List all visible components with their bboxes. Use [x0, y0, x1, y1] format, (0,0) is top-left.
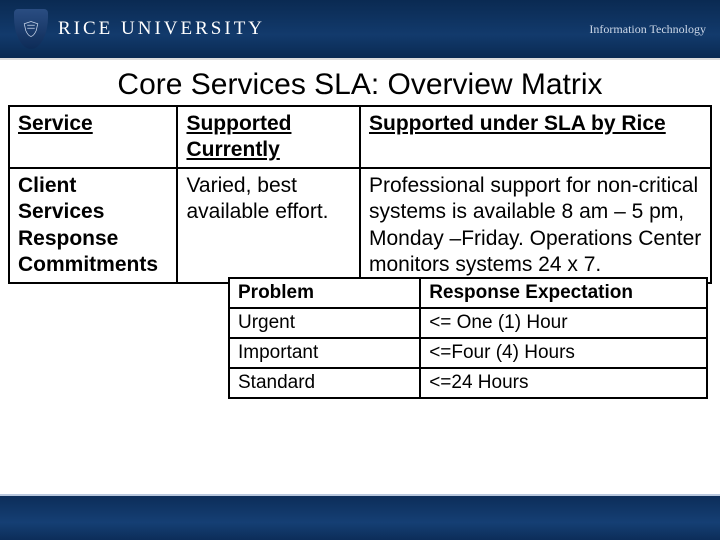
page-title: Core Services SLA: Overview Matrix [0, 60, 720, 105]
nested-problem: Urgent [229, 308, 420, 338]
shield-icon [14, 9, 48, 49]
nested-header-response: Response Expectation [420, 278, 707, 308]
nested-row: Important <=Four (4) Hours [229, 338, 707, 368]
header-supported-sla: Supported under SLA by Rice [360, 106, 711, 169]
nested-problem: Standard [229, 368, 420, 398]
nested-table-wrap: Problem Response Expectation Urgent <= O… [228, 277, 708, 399]
nested-row: Urgent <= One (1) Hour [229, 308, 707, 338]
brand-text: RICE UNIVERSITY [58, 18, 265, 40]
header-bar: RICE UNIVERSITY Information Technology [0, 0, 720, 60]
nested-response: <=Four (4) Hours [420, 338, 707, 368]
nested-response: <=24 Hours [420, 368, 707, 398]
it-text: Information Technology [589, 22, 706, 37]
nested-row: Standard <=24 Hours [229, 368, 707, 398]
slide: RICE UNIVERSITY Information Technology C… [0, 0, 720, 540]
nested-header-row: Problem Response Expectation [229, 278, 707, 308]
table-row: Client Services Response Commitments Var… [9, 168, 711, 283]
header-service: Service [9, 106, 177, 169]
cell-supported-currently: Varied, best available effort. [186, 173, 351, 226]
table-header-row: Service Supported Currently Supported un… [9, 106, 711, 169]
nested-table: Problem Response Expectation Urgent <= O… [228, 277, 708, 399]
brand: RICE UNIVERSITY [14, 9, 265, 49]
matrix-table: Service Supported Currently Supported un… [8, 105, 712, 285]
nested-header-problem: Problem [229, 278, 420, 308]
cell-supported-sla: Professional support for non-critical sy… [369, 173, 702, 278]
footer-bar [0, 494, 720, 540]
nested-problem: Important [229, 338, 420, 368]
cell-service: Client Services Response Commitments [18, 173, 168, 278]
header-supported-currently: Supported Currently [177, 106, 360, 169]
nested-response: <= One (1) Hour [420, 308, 707, 338]
